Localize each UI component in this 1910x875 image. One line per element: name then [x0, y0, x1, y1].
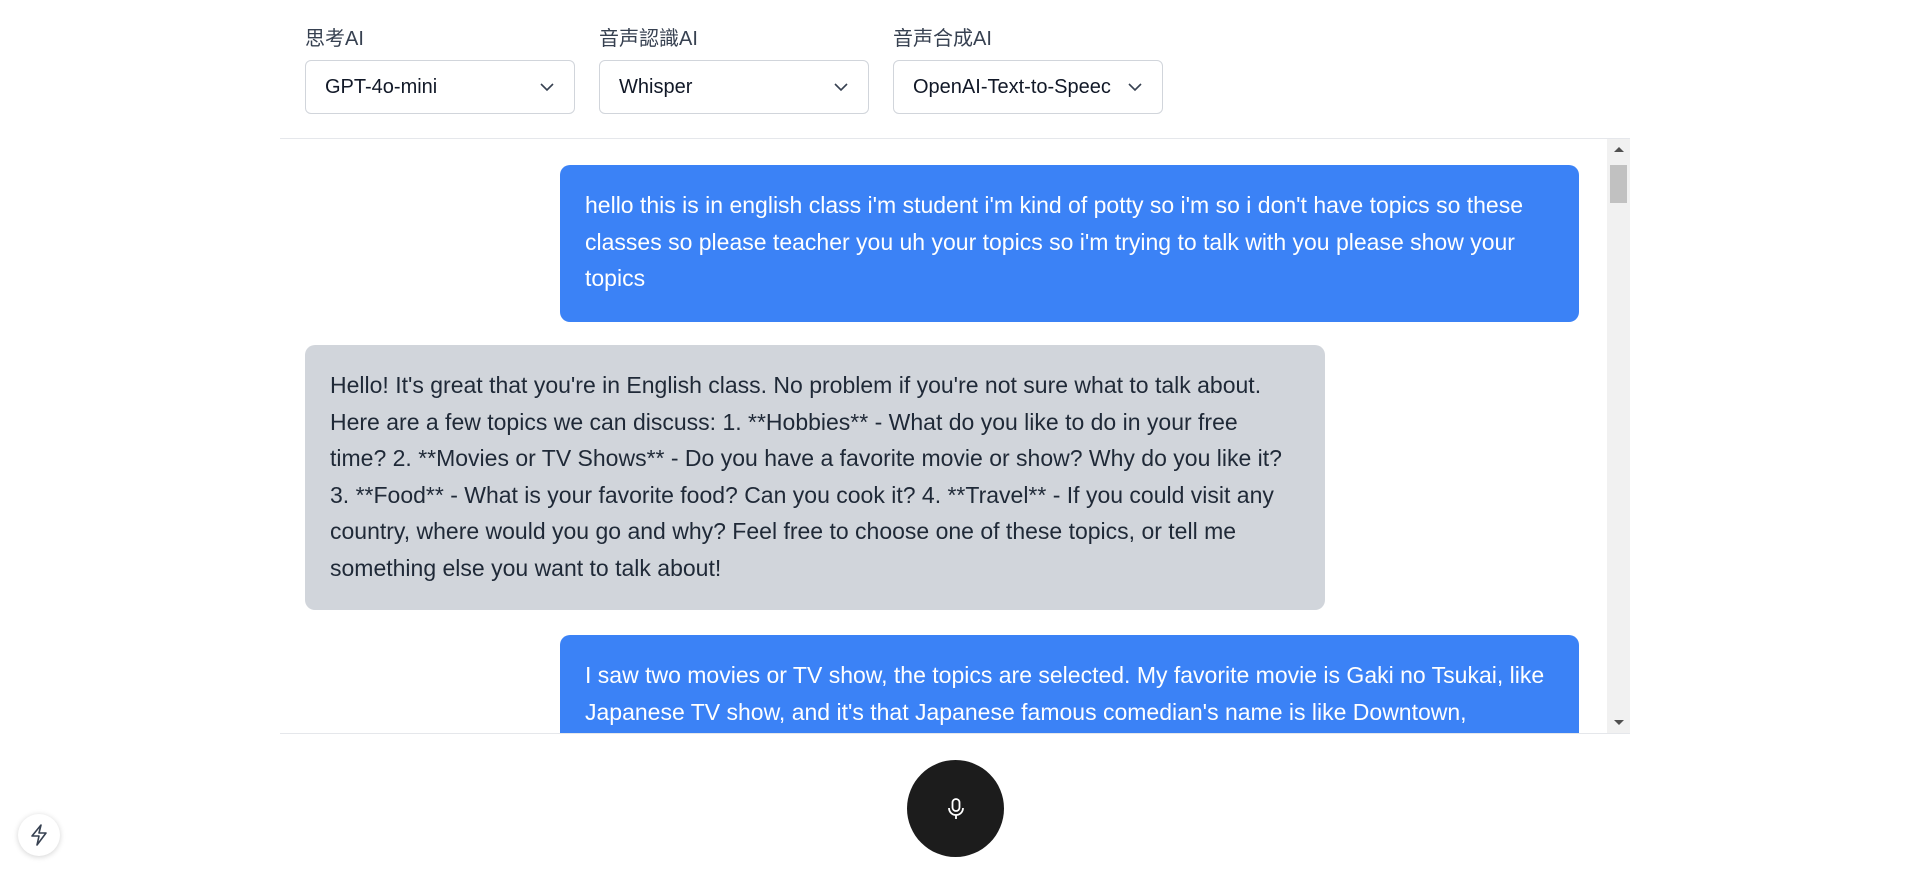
- chevron-down-icon: [834, 83, 848, 92]
- ai-selectors: 思考AI GPT-4o-mini 音声認識AI Whisper 音声合成AI O…: [305, 24, 1163, 114]
- chevron-down-icon: [1128, 83, 1142, 92]
- microphone-icon: [947, 797, 964, 819]
- scroll-up-arrow-icon[interactable]: [1607, 139, 1630, 159]
- speech-recognition-ai-selector: 音声認識AI Whisper: [599, 24, 869, 114]
- user-message: hello this is in english class i'm stude…: [560, 165, 1579, 322]
- scroll-thumb[interactable]: [1610, 165, 1627, 203]
- user-message: I saw two movies or TV show, the topics …: [560, 635, 1579, 733]
- lightning-bolt-icon: [31, 824, 47, 846]
- chat-scrollbar[interactable]: [1607, 139, 1630, 733]
- speech-synthesis-ai-label: 音声合成AI: [893, 28, 992, 50]
- speech-recognition-ai-value: Whisper: [619, 75, 693, 98]
- speech-recognition-ai-label: 音声認識AI: [599, 28, 698, 50]
- thinking-ai-select[interactable]: GPT-4o-mini: [305, 60, 575, 114]
- thinking-ai-value: GPT-4o-mini: [325, 75, 438, 98]
- message-list: hello this is in english class i'm stude…: [280, 139, 1609, 733]
- speech-synthesis-ai-selector: 音声合成AI OpenAI-Text-to-Speec: [893, 24, 1163, 114]
- dev-tools-button[interactable]: [18, 814, 60, 856]
- chat-area[interactable]: hello this is in english class i'm stude…: [280, 138, 1630, 734]
- record-button[interactable]: [907, 760, 1004, 857]
- assistant-message: Hello! It's great that you're in English…: [305, 345, 1325, 610]
- speech-synthesis-ai-select[interactable]: OpenAI-Text-to-Speec: [893, 60, 1163, 114]
- thinking-ai-selector: 思考AI GPT-4o-mini: [305, 24, 575, 114]
- scroll-down-arrow-icon[interactable]: [1607, 713, 1630, 733]
- thinking-ai-label: 思考AI: [305, 28, 364, 50]
- chevron-down-icon: [540, 83, 554, 92]
- speech-recognition-ai-select[interactable]: Whisper: [599, 60, 869, 114]
- speech-synthesis-ai-value: OpenAI-Text-to-Speec: [913, 75, 1111, 98]
